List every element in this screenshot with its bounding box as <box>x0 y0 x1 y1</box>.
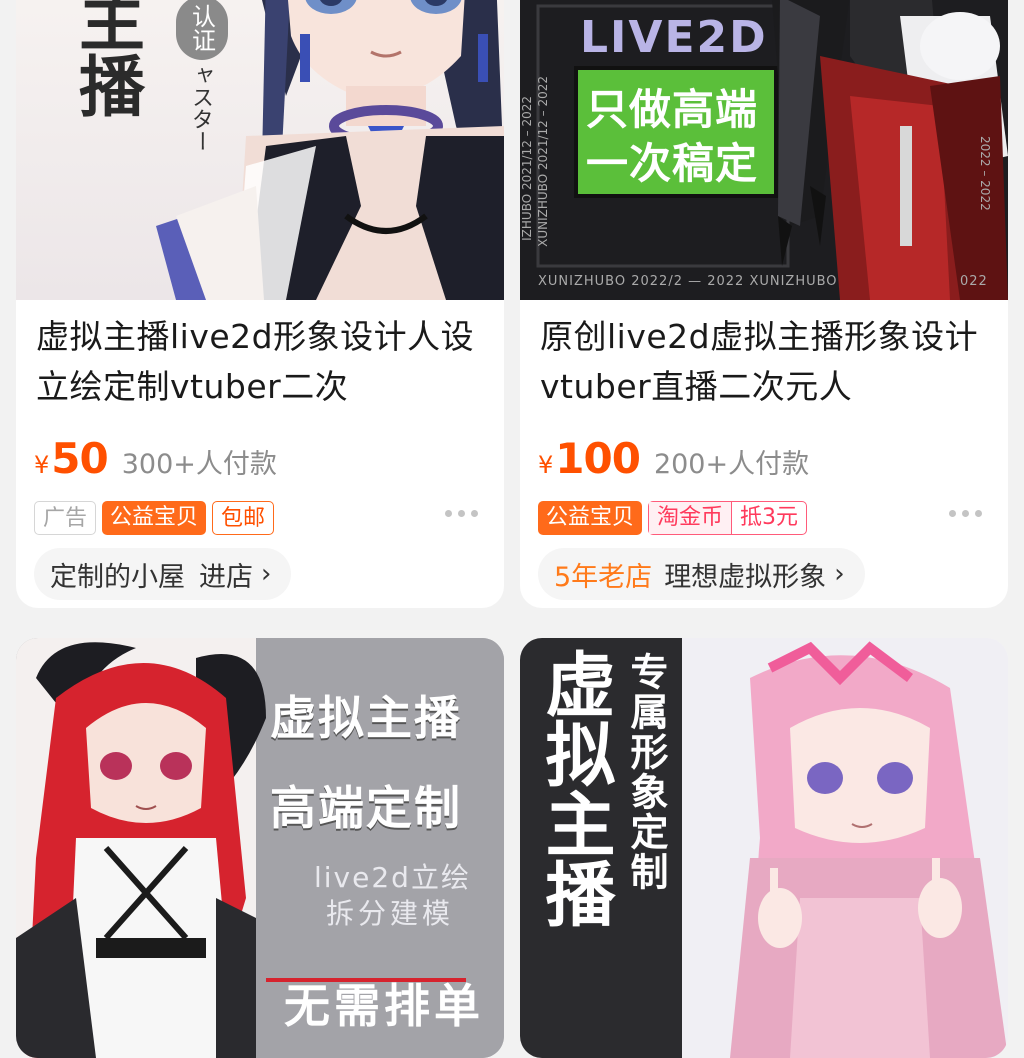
image-side-text: IZHUBO 2021/12 – 2022 <box>520 96 534 241</box>
payment-count: 300+人付款 <box>121 449 277 480</box>
shop-name: 理想虚拟形象 <box>664 561 827 593</box>
image-subtext: ャスター <box>188 64 213 152</box>
image-headline: 虚拟主播 <box>534 648 616 928</box>
price: 50 <box>51 434 108 483</box>
shop-link[interactable]: 定制的小屋 进店 › <box>34 548 292 600</box>
chevron-right-icon: › <box>261 559 272 589</box>
product-image[interactable]: 虚拟主播 专属形象定制 <box>520 638 1008 1058</box>
promo-subline-2: 拆分建模 <box>326 897 455 930</box>
shop-link[interactable]: 5年老店 理想虚拟形象 › <box>538 548 865 600</box>
product-title[interactable]: 虚拟主播live2d形象设计人设立绘定制vtuber二次 <box>36 312 488 412</box>
image-headline: 主播 <box>68 0 145 118</box>
enter-shop-label: 进店 <box>199 561 253 593</box>
more-dots-icon[interactable] <box>445 510 478 517</box>
promo-headline-1: 虚拟主播 <box>270 691 462 745</box>
image-side-text-2: XUNIZHUBO 2021/12 – 2022 <box>536 76 550 247</box>
shop-age-badge: 5年老店 <box>554 561 653 593</box>
tag-row: 广告 公益宝贝 包邮 <box>34 500 275 536</box>
product-image[interactable]: LIVE2D 只做高端 一次稿定 XUNIZHUBO 2022/2 — 2022… <box>520 0 1008 300</box>
product-card[interactable]: LIVE2D 只做高端 一次稿定 XUNIZHUBO 2022/2 — 2022… <box>520 0 1008 608</box>
product-image[interactable]: 主播 认证 ャスター <box>16 0 504 300</box>
promo-subline-1: live2d立绘 <box>314 861 471 894</box>
certified-badge: 认证 <box>176 0 228 60</box>
promo-line-2: 一次稿定 <box>586 139 759 188</box>
coin-label: 淘金币 <box>649 502 732 534</box>
more-dots-icon[interactable] <box>949 510 982 517</box>
price-row: ¥ 100 200+人付款 <box>538 434 809 490</box>
live2d-heading: LIVE2D <box>580 12 768 63</box>
tag-row: 公益宝贝 淘金币 抵3元 <box>538 500 808 536</box>
product-card[interactable]: 虚拟主播 高端定制 live2d立绘 拆分建模 无需排单 <box>16 638 504 1058</box>
shop-name: 定制的小屋 <box>50 561 185 593</box>
product-image[interactable]: 虚拟主播 高端定制 live2d立绘 拆分建模 无需排单 <box>16 638 504 1058</box>
coin-discount-tag: 淘金币 抵3元 <box>648 501 808 535</box>
promo-headline-2: 高端定制 <box>270 781 462 835</box>
promo-bottom-text: 无需排单 <box>284 979 484 1033</box>
image-subtext: 专属形象定制 <box>624 652 668 892</box>
promo-line-1: 只做高端 <box>586 85 759 134</box>
payment-count: 200+人付款 <box>653 449 810 480</box>
product-card[interactable]: 主播 认证 ャスター 虚拟主播live2d形象设计人设立绘定制vtuber二次 … <box>16 0 504 608</box>
currency-symbol: ¥ <box>538 451 554 479</box>
ad-tag: 广告 <box>34 501 97 535</box>
product-card[interactable]: 虚拟主播 专属形象定制 <box>520 638 1008 1058</box>
image-footer-text: XUNIZHUBO 2022/2 — 2022 XUNIZHUBO <box>538 274 838 289</box>
currency-symbol: ¥ <box>34 451 50 479</box>
chevron-right-icon: › <box>834 559 845 589</box>
price-row: ¥ 50 300+人付款 <box>34 434 277 490</box>
free-shipping-tag: 包邮 <box>212 501 275 535</box>
charity-tag: 公益宝贝 <box>102 501 207 535</box>
image-side-text-right: 2022 – 2022 <box>978 136 992 211</box>
product-title[interactable]: 原创live2d虚拟主播形象设计vtuber直播二次元人 <box>540 312 992 412</box>
price: 100 <box>555 434 641 483</box>
charity-tag: 公益宝贝 <box>538 501 643 535</box>
image-footer-text-right: 022 <box>960 274 988 289</box>
discount-label: 抵3元 <box>731 502 806 534</box>
